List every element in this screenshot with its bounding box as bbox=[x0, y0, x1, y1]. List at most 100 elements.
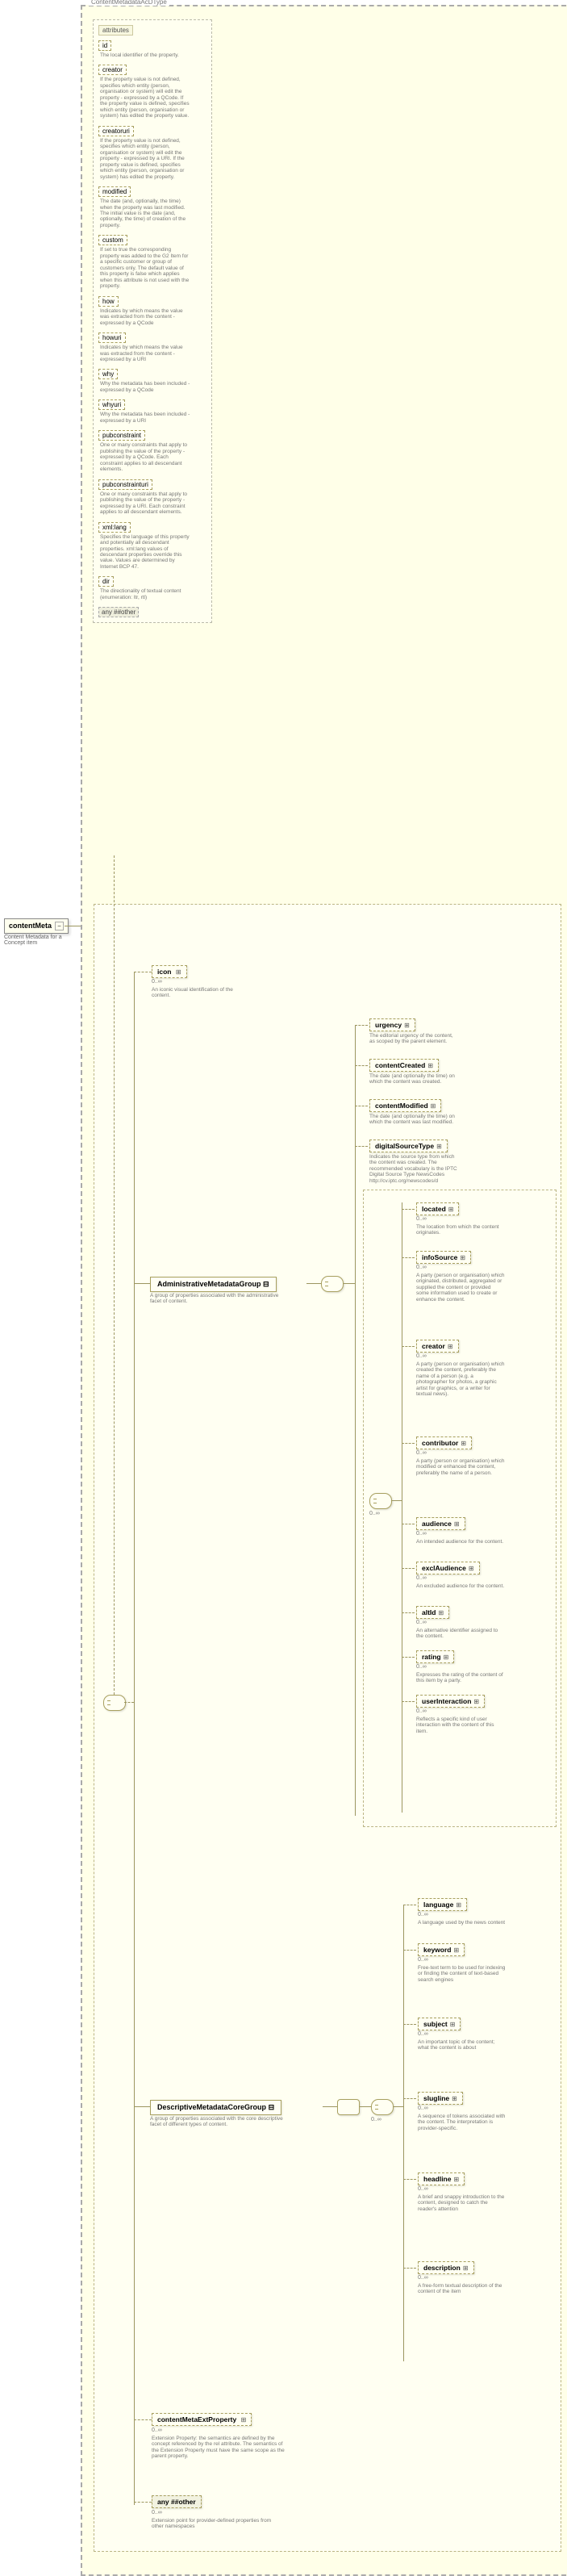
group-admin-label: AdministrativeMetadataGroup bbox=[157, 1280, 261, 1288]
expand-icon[interactable]: ⊞ bbox=[438, 1609, 444, 1616]
element-digitalsourcetype[interactable]: digitalSourceType⊞ bbox=[369, 1140, 448, 1152]
connector-line bbox=[403, 2179, 416, 2180]
element-keyword[interactable]: keyword⊞ bbox=[418, 1943, 465, 1956]
element-altid[interactable]: altId⊞ bbox=[416, 1606, 449, 1619]
type-container-title: ContentMetadataAcDType bbox=[89, 0, 169, 6]
element-description: Indicates the source type from which the… bbox=[369, 1154, 458, 1184]
expand-icon[interactable]: ⊞ bbox=[473, 1698, 479, 1705]
element-description: Expresses the rating of the content of t… bbox=[416, 1672, 505, 1684]
expand-icon[interactable]: ⊞ bbox=[176, 968, 181, 976]
element-label: digitalSourceType bbox=[375, 1142, 434, 1150]
group-administrativemetadatagroup[interactable]: AdministrativeMetadataGroup ⊟ bbox=[150, 1277, 277, 1292]
element-occurs: 0..∞ bbox=[416, 1450, 427, 1456]
element-any-other[interactable]: any ##other bbox=[152, 2495, 202, 2508]
attribute-description: Why the metadata has been included - exp… bbox=[100, 412, 190, 424]
group-descriptivemetadatacoregroup[interactable]: DescriptiveMetadataCoreGroup ⊟ bbox=[150, 2100, 281, 2115]
attribute-any: any ##other bbox=[98, 607, 139, 617]
element-extprop-occurs: 0..∞ bbox=[152, 2428, 162, 2433]
connector-line bbox=[134, 2106, 150, 2107]
connector-line bbox=[306, 1283, 321, 1284]
element-occurs: 0..∞ bbox=[418, 2106, 428, 2111]
element-icon-occurs: 0..∞ bbox=[152, 979, 162, 985]
element-slugline[interactable]: slugline⊞ bbox=[418, 2092, 463, 2105]
element-rating[interactable]: rating⊞ bbox=[416, 1650, 454, 1663]
expand-icon[interactable]: ⊞ bbox=[448, 1206, 454, 1213]
element-infosource[interactable]: infoSource⊞ bbox=[416, 1251, 471, 1264]
descriptive-occurs: 0..∞ bbox=[371, 2117, 381, 2122]
expand-icon[interactable]: ⊞ bbox=[469, 1565, 474, 1572]
element-contentmodified[interactable]: contentModified⊞ bbox=[369, 1099, 441, 1112]
expand-icon[interactable]: ⊞ bbox=[427, 1062, 433, 1069]
connector-line bbox=[402, 1209, 415, 1210]
element-description: Free-text term to be used for indexing o… bbox=[418, 1965, 507, 1983]
attribute-description: Indicates by which means the value was e… bbox=[100, 345, 190, 362]
element-audience[interactable]: audience⊞ bbox=[416, 1517, 465, 1530]
attribute-pubconstrainturi: pubconstrainturiOne or many constraints … bbox=[98, 479, 206, 516]
expand-icon[interactable]: ⊞ bbox=[431, 1102, 436, 1110]
connector-line bbox=[355, 1025, 356, 1816]
element-occurs: 0..∞ bbox=[418, 2275, 428, 2281]
element-contentmeta-label: contentMeta bbox=[9, 922, 52, 930]
expand-icon[interactable]: ⊞ bbox=[463, 2264, 469, 2272]
element-label: urgency bbox=[375, 1021, 402, 1029]
attribute-name: pubconstrainturi bbox=[98, 479, 152, 490]
group-desc-desc: A group of properties associated with th… bbox=[150, 2116, 287, 2128]
element-exclaudience[interactable]: exclAudience⊞ bbox=[416, 1562, 480, 1574]
collapse-icon[interactable]: ⊟ bbox=[269, 2103, 275, 2111]
expand-icon[interactable]: ⊞ bbox=[436, 1143, 442, 1150]
element-occurs: 0..∞ bbox=[418, 2031, 428, 2037]
element-subject[interactable]: subject⊞ bbox=[418, 2018, 461, 2030]
element-label: contentCreated bbox=[375, 1061, 425, 1069]
element-contentmetaextproperty[interactable]: contentMetaExtProperty ⊞ bbox=[152, 2413, 252, 2426]
connector-line bbox=[403, 1950, 416, 1951]
element-label: contributor bbox=[422, 1439, 458, 1447]
element-headline[interactable]: headline⊞ bbox=[418, 2172, 465, 2185]
connector-line bbox=[394, 2106, 403, 2107]
attribute-name: creatoruri bbox=[98, 126, 134, 136]
element-located[interactable]: located⊞ bbox=[416, 1202, 459, 1215]
element-description: The editorial urgency of the content, as… bbox=[369, 1033, 458, 1045]
connector-line bbox=[403, 1905, 404, 2361]
expand-icon[interactable]: ⊞ bbox=[404, 1022, 410, 1029]
element-label: userInteraction bbox=[422, 1697, 471, 1705]
attribute-name: why bbox=[98, 369, 118, 379]
connector-line bbox=[403, 2024, 416, 2025]
element-description: An alternative identifier assigned to th… bbox=[416, 1628, 505, 1640]
element-label: description bbox=[423, 2264, 461, 2272]
element-extprop-label: contentMetaExtProperty bbox=[157, 2415, 236, 2423]
element-userinteraction[interactable]: userInteraction⊞ bbox=[416, 1695, 485, 1708]
element-label: rating bbox=[422, 1653, 441, 1661]
element-creator[interactable]: creator⊞ bbox=[416, 1340, 459, 1353]
expand-icon[interactable]: ⊞ bbox=[448, 1343, 453, 1350]
admin-inner-occurs: 0..∞ bbox=[369, 1511, 380, 1516]
attribute-description: If the property value is not defined, sp… bbox=[100, 138, 190, 180]
collapse-icon[interactable]: − bbox=[55, 922, 64, 930]
attribute-description: Specifies the language of this property … bbox=[100, 534, 190, 571]
attribute-description: One or many constraints that apply to pu… bbox=[100, 442, 190, 472]
attribute-description: The directionality of textual content (e… bbox=[100, 588, 190, 600]
element-icon[interactable]: icon ⊞ bbox=[152, 965, 187, 978]
element-contentmeta[interactable]: contentMeta − bbox=[4, 918, 69, 934]
expand-icon[interactable]: ⊞ bbox=[452, 2095, 457, 2102]
attributes-panel: attributes idThe local identifier of the… bbox=[93, 19, 212, 623]
element-contentcreated[interactable]: contentCreated⊞ bbox=[369, 1059, 439, 1072]
connector-line bbox=[134, 972, 135, 2505]
connector-line bbox=[344, 1283, 355, 1284]
connector-line bbox=[355, 1025, 368, 1026]
element-urgency[interactable]: urgency⊞ bbox=[369, 1018, 415, 1031]
collapse-icon[interactable]: ⊟ bbox=[263, 1280, 269, 1288]
expand-icon[interactable]: ⊞ bbox=[241, 2416, 247, 2423]
expand-icon[interactable]: ⊞ bbox=[453, 2176, 459, 2183]
expand-icon[interactable]: ⊞ bbox=[454, 1947, 460, 1954]
element-description: A free-form textual description of the c… bbox=[418, 2283, 507, 2295]
expand-icon[interactable]: ⊞ bbox=[444, 1654, 449, 1661]
element-contributor[interactable]: contributor⊞ bbox=[416, 1436, 472, 1449]
expand-icon[interactable]: ⊞ bbox=[454, 1520, 460, 1528]
expand-icon[interactable]: ⊞ bbox=[450, 2021, 456, 2028]
element-language[interactable]: language⊞ bbox=[418, 1898, 467, 1911]
connector-line bbox=[355, 1065, 368, 1066]
expand-icon[interactable]: ⊞ bbox=[460, 1254, 465, 1261]
element-description[interactable]: description⊞ bbox=[418, 2261, 474, 2274]
expand-icon[interactable]: ⊞ bbox=[456, 1901, 461, 1909]
expand-icon[interactable]: ⊞ bbox=[461, 1440, 466, 1447]
